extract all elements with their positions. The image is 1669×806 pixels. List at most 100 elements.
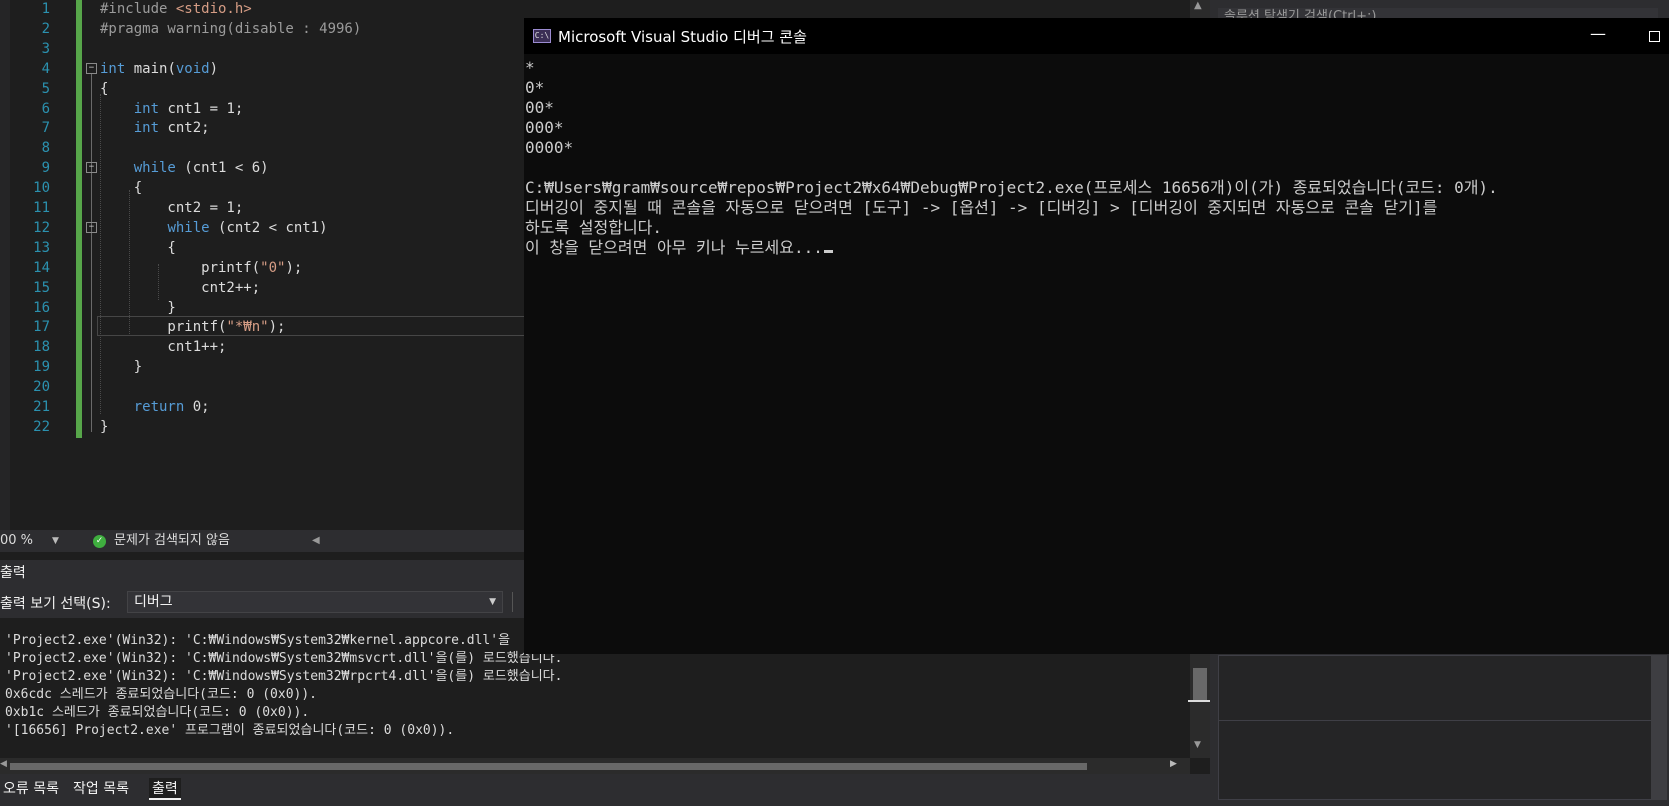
scroll-right-arrow-icon[interactable]: ▶ <box>1170 759 1177 769</box>
code-token: cnt1 = 1; <box>159 100 244 117</box>
console-line: 디버깅이 중지될 때 콘솔을 자동으로 닫으려면 [도구] -> [옵션] ->… <box>525 198 1438 217</box>
line-number: 4 <box>41 60 50 77</box>
code-token: <stdio.h> <box>175 1 252 17</box>
scroll-down-arrow-icon[interactable]: ▼ <box>1194 740 1201 750</box>
line-number: 21 <box>33 399 50 415</box>
code-text: #pragma warning(disable : 4996) <box>100 19 361 39</box>
console-titlebar[interactable]: C:\ Microsoft Visual Studio 디버그 콘솔 — <box>524 18 1669 54</box>
line-number: 2 <box>41 20 50 37</box>
line-number: 14 <box>33 259 50 276</box>
code-text: cnt1++; <box>100 337 226 357</box>
code-text: int cnt1 = 1; <box>100 99 244 119</box>
properties-scrollbar[interactable] <box>1651 655 1667 800</box>
output-panel-title: 출력 <box>0 565 26 581</box>
issues-status[interactable]: 문제가 검색되지 않음 <box>114 530 230 552</box>
line-number: 20 <box>33 379 50 396</box>
code-token: printf( <box>100 259 261 276</box>
tab-error-list[interactable]: 오류 목록 <box>0 778 62 800</box>
code-token: } <box>100 359 143 376</box>
code-text: printf("0"); <box>100 258 302 278</box>
scroll-left-arrow-icon[interactable]: ◀ <box>0 759 7 769</box>
code-text: printf("*₩n"); <box>100 317 285 337</box>
console-line: 0* <box>525 78 545 97</box>
code-token: return <box>133 399 185 415</box>
console-line: 000* <box>525 118 564 137</box>
output-source-select[interactable]: 디버그 ▼ <box>127 591 503 613</box>
code-text: } <box>100 298 175 318</box>
console-prompt-line: 이 창을 닫으려면 아무 키나 누르세요... <box>525 238 833 258</box>
code-text: int main(void) <box>100 59 218 79</box>
code-token: int <box>133 120 160 137</box>
code-token: void <box>175 60 210 77</box>
code-token: main( <box>125 60 176 77</box>
output-hscroll-thumb[interactable] <box>10 763 1087 770</box>
output-scroll-thumb[interactable] <box>1193 668 1207 702</box>
code-token: cnt2; <box>159 120 210 137</box>
console-prompt-text: 이 창을 닫으려면 아무 키나 누르세요... <box>525 238 823 257</box>
code-text: { <box>100 79 108 99</box>
console-line: 0000* <box>525 138 574 157</box>
code-text: while (cnt1 < 6) <box>100 158 269 178</box>
minimize-icon[interactable]: — <box>1590 24 1606 43</box>
output-line: 'Project2.exe'(Win32): 'C:₩Windows₩Syste… <box>5 669 563 684</box>
code-token: while <box>133 160 176 177</box>
toolbar-divider <box>512 592 513 612</box>
line-number: 18 <box>33 339 50 356</box>
properties-pane <box>1218 655 1662 800</box>
scroll-up-arrow-icon[interactable]: ▲ <box>1194 0 1202 11</box>
line-number: 7 <box>41 120 50 137</box>
code-token: int <box>133 100 160 117</box>
console-output[interactable]: * 0* 00* 000* 0000* C:₩Users₩gram₩source… <box>524 54 1669 654</box>
code-token: while <box>167 219 210 236</box>
collapse-toggle-icon[interactable]: − <box>86 162 97 174</box>
code-token: #include <box>100 1 176 17</box>
code-text: } <box>100 357 142 377</box>
console-app-icon: C:\ <box>533 29 551 43</box>
debug-console-window[interactable]: C:\ Microsoft Visual Studio 디버그 콘솔 — * 0… <box>524 18 1669 654</box>
collapse-toggle-icon[interactable]: − <box>86 221 97 233</box>
code-token: "*₩n" <box>226 319 269 336</box>
tab-output[interactable]: 출력 <box>149 778 181 800</box>
code-line[interactable]: 1 #include <stdio.h> <box>0 0 1210 19</box>
output-line: 0x6cdc 스레드가 종료되었습니다(코드: 0 (0x0)). <box>5 687 318 702</box>
code-token: 0; <box>184 399 210 415</box>
code-text: } <box>100 417 108 437</box>
line-number: 8 <box>41 140 50 157</box>
code-text: #include <stdio.h> <box>100 0 252 19</box>
text-cursor <box>823 250 833 253</box>
code-text: cnt2++; <box>100 278 260 298</box>
code-text: cnt2 = 1; <box>100 198 243 218</box>
zoom-dropdown-icon[interactable]: ▼ <box>52 530 59 552</box>
code-token: ) <box>209 60 219 77</box>
console-title: Microsoft Visual Studio 디버그 콘솔 <box>558 28 807 46</box>
line-number: 6 <box>41 100 50 117</box>
code-token: "0" <box>260 259 286 276</box>
code-token: { <box>100 239 176 256</box>
zoom-level[interactable]: 00 % <box>0 530 33 552</box>
line-number: 11 <box>33 200 50 216</box>
line-number: 17 <box>33 319 50 336</box>
line-number: 1 <box>41 1 50 17</box>
code-text: { <box>100 178 142 198</box>
line-number: 3 <box>41 40 50 57</box>
line-number: 22 <box>33 418 50 435</box>
output-scroll-marker <box>1188 700 1212 702</box>
console-line: * <box>525 58 535 77</box>
properties-divider <box>1219 720 1651 721</box>
maximize-icon[interactable] <box>1649 31 1660 42</box>
code-token: ); <box>268 319 286 336</box>
collapse-toggle-icon[interactable]: − <box>86 62 97 74</box>
code-token: { <box>100 80 109 97</box>
output-line: 0xb1c 스레드가 종료되었습니다(코드: 0 (0x0)). <box>5 705 310 720</box>
check-circle-icon: ✓ <box>93 535 106 548</box>
tab-task-list[interactable]: 작업 목록 <box>70 778 132 800</box>
line-number: 13 <box>33 239 50 256</box>
console-line: C:₩Users₩gram₩source₩repos₩Project2₩x64₩… <box>525 178 1498 197</box>
scroll-left-arrow-icon[interactable]: ◀ <box>312 530 320 552</box>
output-line: 'Project2.exe'(Win32): 'C:₩Windows₩Syste… <box>5 633 511 648</box>
line-number: 15 <box>33 279 50 296</box>
